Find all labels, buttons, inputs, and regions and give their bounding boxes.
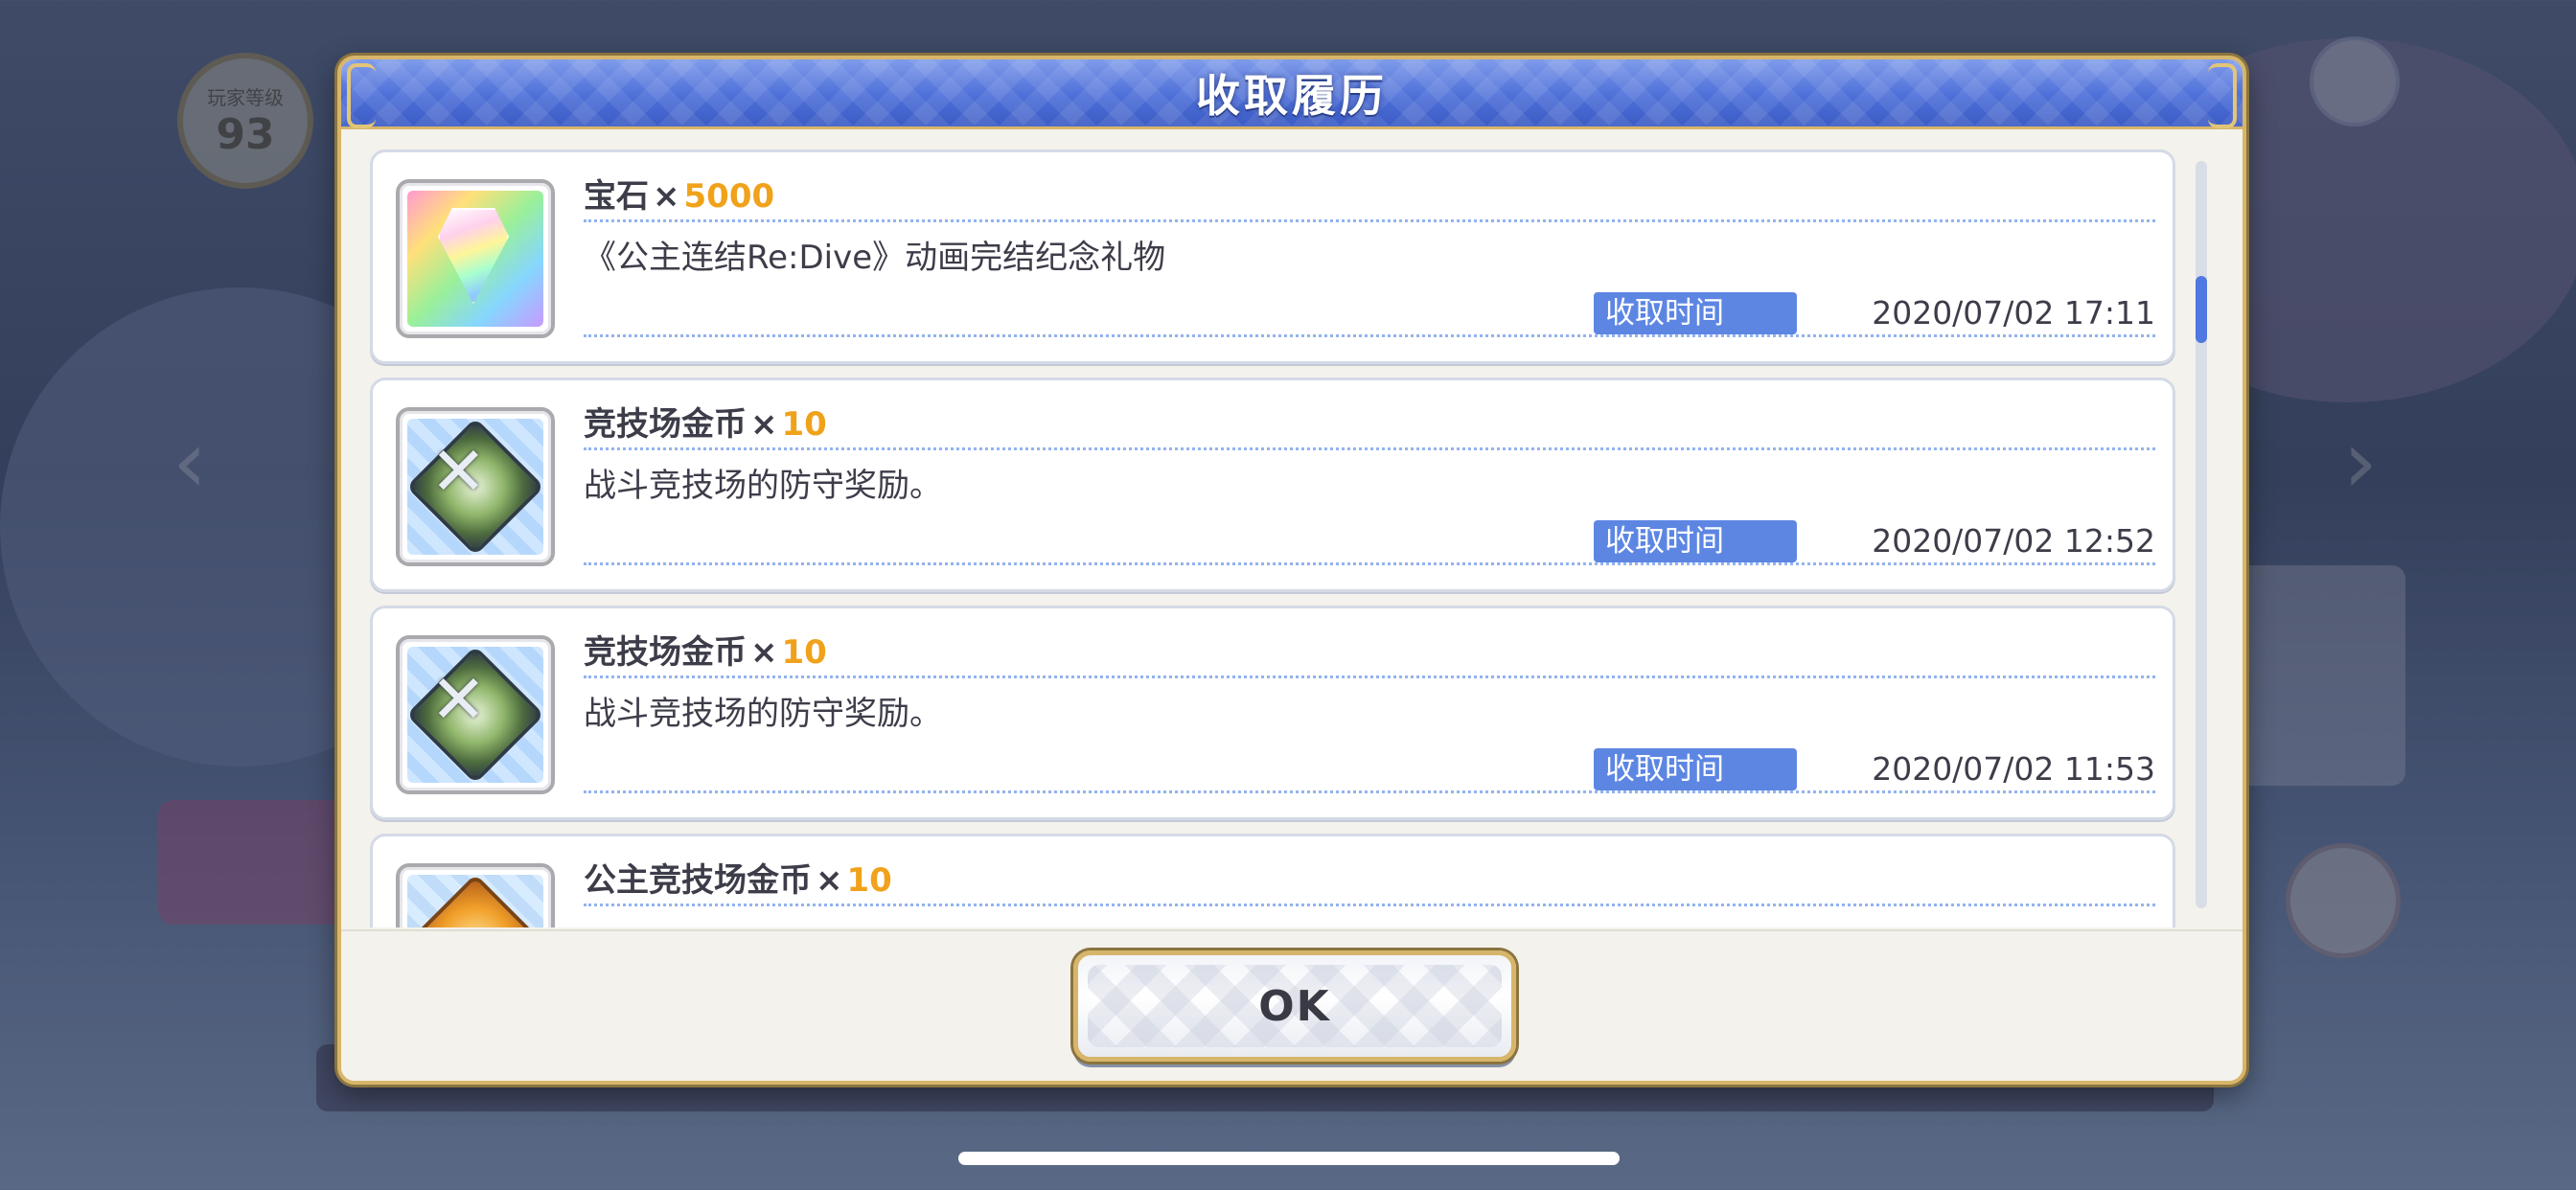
item-icon-frame: ✕ — [396, 635, 555, 794]
divider — [584, 904, 2155, 906]
item-multiplier: × — [816, 861, 843, 900]
rainbow-gem-icon — [407, 191, 543, 327]
receive-time-value: 2020/07/02 11:53 — [1872, 750, 2155, 788]
item-name: 公主竞技场金币 × 10 — [584, 854, 892, 901]
item-name-text: 宝石 — [584, 177, 649, 216]
divider — [584, 219, 2155, 222]
dialog-title-bar: 收取履历 — [341, 59, 2242, 129]
receive-time-label: 收取时间 — [1594, 292, 1797, 334]
item-quantity: 10 — [781, 405, 827, 444]
item-description: 战斗竞技场的防守奖励。 — [584, 467, 942, 505]
item-icon-frame — [396, 863, 555, 927]
history-item: ✕ 竞技场金币 × 10 战斗竞技场的防守奖励。 收取时间 2020/07/02 1… — [370, 378, 2175, 592]
receive-time-value: 2020/07/02 17:11 — [1872, 294, 2155, 332]
divider — [584, 562, 2155, 565]
divider — [584, 675, 2155, 678]
item-name: 竞技场金币 × 10 — [584, 626, 827, 673]
title-corner-ornament — [347, 63, 376, 128]
dialog-footer: OK — [341, 929, 2242, 1081]
scrollbar-thumb[interactable] — [2196, 276, 2207, 343]
arena-coin-icon: ✕ — [405, 645, 545, 785]
item-description: 战斗竞技场的防守奖励。 — [584, 695, 942, 733]
history-item: 宝石 × 5000 《公主连结Re:Dive》动画完结纪念礼物 收取时间 2020/… — [370, 149, 2175, 364]
ok-button[interactable]: OK — [1073, 950, 1516, 1062]
list-scrollbar[interactable] — [2196, 161, 2207, 908]
receive-time-label: 收取时间 — [1594, 748, 1797, 790]
ok-button-label: OK — [1258, 981, 1331, 1031]
receive-time-value: 2020/07/02 12:52 — [1872, 522, 2155, 560]
item-description: 《公主连结Re:Dive》动画完结纪念礼物 — [584, 239, 1166, 277]
princess-arena-coin-icon — [405, 873, 545, 927]
item-name-text: 竞技场金币 — [584, 405, 747, 444]
item-name-text: 竞技场金币 — [584, 633, 747, 672]
item-quantity: 10 — [846, 861, 892, 900]
receive-history-dialog: 收取履历 宝石 × 5000 《公主连结Re:Dive》动画完结纪念礼物 收取时间 … — [337, 56, 2246, 1085]
item-icon-frame — [396, 179, 555, 338]
item-quantity: 5000 — [683, 177, 775, 216]
divider — [584, 447, 2155, 450]
item-icon-frame: ✕ — [396, 407, 555, 566]
item-name: 宝石 × 5000 — [584, 170, 774, 217]
item-name-text: 公主竞技场金币 — [584, 861, 812, 900]
history-list[interactable]: 宝石 × 5000 《公主连结Re:Dive》动画完结纪念礼物 收取时间 2020/… — [358, 149, 2198, 927]
item-quantity: 10 — [781, 633, 827, 672]
history-item: ✕ 竞技场金币 × 10 战斗竞技场的防守奖励。 收取时间 2020/07/02 1… — [370, 606, 2175, 820]
item-multiplier: × — [750, 633, 778, 672]
item-name: 竞技场金币 × 10 — [584, 398, 827, 445]
history-item: 公主竞技场金币 × 10 — [370, 834, 2175, 927]
arena-coin-icon: ✕ — [405, 417, 545, 557]
dialog-title: 收取履历 — [1196, 70, 1388, 122]
item-multiplier: × — [750, 405, 778, 444]
receive-time-label: 收取时间 — [1594, 520, 1797, 562]
title-corner-ornament — [2208, 63, 2237, 128]
item-multiplier: × — [653, 177, 680, 216]
divider — [584, 790, 2155, 793]
home-indicator[interactable] — [958, 1152, 1620, 1165]
divider — [584, 334, 2155, 337]
